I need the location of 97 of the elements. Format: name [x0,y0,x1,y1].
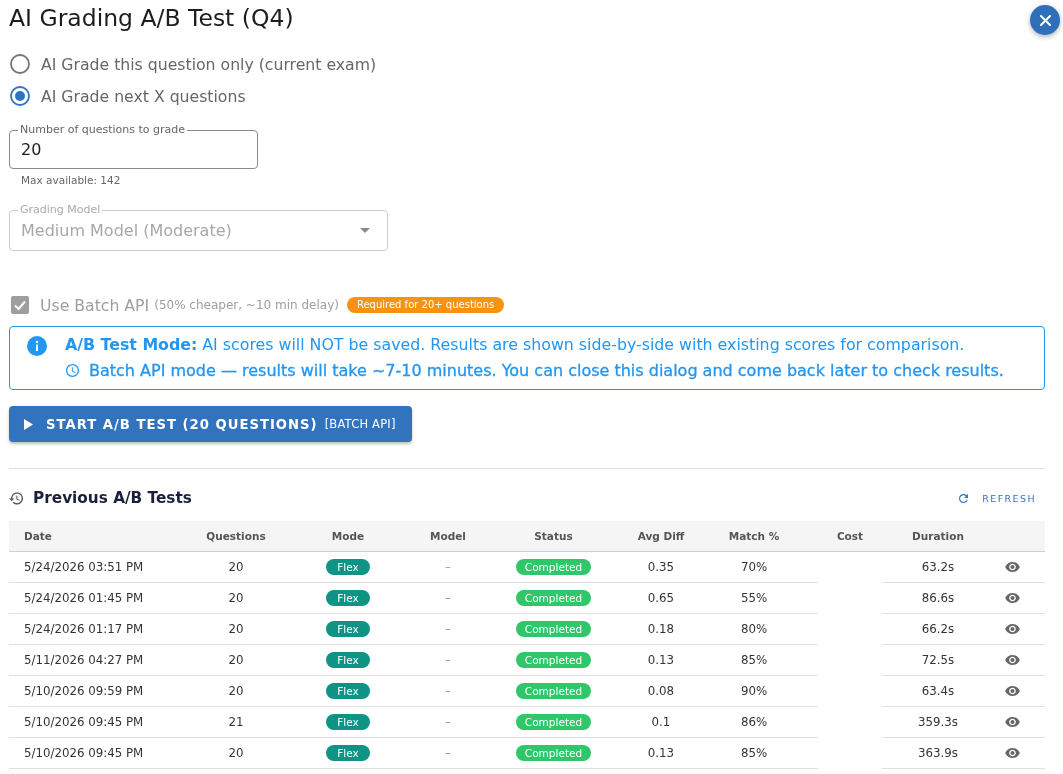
refresh-icon [959,493,969,503]
table-cell: – [399,738,497,769]
column-header: Questions [175,521,297,552]
requirement-badge: Required for 20+ questions [346,297,505,313]
table-cell: 55% [712,583,818,614]
history-icon [9,491,23,505]
table-cell: 20 [175,552,297,583]
column-header: Mode [297,521,399,552]
start-test-button[interactable]: START A/B TEST (20 QUESTIONS) [BATCH API] [9,406,412,442]
table-cell: 80% [712,614,818,645]
status-chip: Completed [515,683,592,699]
alert-message: A/B Test Mode: AI scores will NOT be saved. Results are shown side-by-side with existing scores for comparison. [65,334,966,356]
table-cell: – [399,676,497,707]
table-cell: 20 [175,738,297,769]
table-cell: 359.3s [882,707,994,738]
radio-button[interactable] [10,54,30,74]
table-cell: 0.13 [610,645,712,676]
mode-chip: Flex [326,590,370,606]
table-cell: – [399,583,497,614]
table-cell: 0.35 [610,552,712,583]
table-cell: 20 [175,645,297,676]
eye-icon[interactable] [1005,624,1020,634]
table-cell: 0.13 [610,738,712,769]
table-cell: 0.1 [610,707,712,738]
eye-icon[interactable] [1005,593,1020,603]
table-cell: 363.9s [882,738,994,769]
table-cell: 5/24/2026 01:17 PM [9,614,175,645]
column-header: Status [497,521,610,552]
table-cell: 63.2s [882,552,994,583]
status-chip: Completed [515,559,592,575]
radio-label: AI Grade next X questions [41,86,246,106]
eye-icon[interactable] [1005,748,1020,758]
table-cell: 0.18 [610,614,712,645]
radio-label: AI Grade this question only (current exam) [41,54,377,74]
mode-chip: Flex [326,745,370,761]
status-chip: Completed [515,745,592,761]
info-icon [27,336,47,356]
radio-button[interactable] [10,86,30,106]
column-header: Match % [712,521,818,552]
play-icon [24,418,33,430]
table-cell: 85% [712,645,818,676]
dialog-title: AI Grading A/B Test (Q4) [9,4,294,32]
eye-icon[interactable] [1005,562,1020,572]
status-chip: Completed [515,590,592,606]
table-cell: 5/24/2026 01:45 PM [9,583,175,614]
column-header: Duration [882,521,994,552]
mode-chip: Flex [326,621,370,637]
close-button[interactable] [1030,5,1060,35]
column-header: Model [399,521,497,552]
table-cell: 5/11/2026 04:27 PM [9,645,175,676]
table-cell: 0.65 [610,583,712,614]
eye-icon[interactable] [1005,717,1020,727]
table-cell: 5/10/2026 09:45 PM [9,738,175,769]
table-cell: 20 [175,614,297,645]
checkbox-label: Use Batch API [40,295,150,315]
refresh-button[interactable]: REFRESH [959,492,1036,504]
status-chip: Completed [515,652,592,668]
status-chip: Completed [515,714,592,730]
table-cell: 63.4s [882,676,994,707]
mode-chip: Flex [326,683,370,699]
column-header: Avg Diff [610,521,712,552]
mode-chip: Flex [326,714,370,730]
mode-chip: Flex [326,652,370,668]
eye-icon[interactable] [1005,686,1020,696]
eye-icon[interactable] [1005,655,1020,665]
table-cell: 20 [175,676,297,707]
table-cell: 86% [712,707,818,738]
table-cell: 70% [712,552,818,583]
table-cell: 90% [712,676,818,707]
table-cell: 72.5s [882,645,994,676]
checkbox-note: (50% cheaper, ~10 min delay) [154,298,339,312]
close-icon [1039,14,1051,26]
table-cell: 21 [175,707,297,738]
section-title: Previous A/B Tests [33,489,192,507]
table-cell: 5/10/2026 09:45 PM [9,707,175,738]
field-label: Grading Model [18,203,103,216]
table-cell: – [399,707,497,738]
clock-icon [66,363,79,377]
table-cell: 85% [712,738,818,769]
table-cell: 20 [175,583,297,614]
table-cell: 66.2s [882,614,994,645]
caret-icon [360,228,370,233]
table-cell: 5/10/2026 09:59 PM [9,676,175,707]
table-cell: – [399,552,497,583]
status-chip: Completed [515,621,592,637]
helper-text: Max available: 142 [21,174,121,186]
column-header: Date [9,521,175,552]
table-cell: – [399,614,497,645]
table-cell: 0.08 [610,676,712,707]
mode-chip: Flex [326,559,370,575]
field-label: Number of questions to grade [18,123,188,136]
column-header: Cost [818,521,882,552]
table-cell: 86.6s [882,583,994,614]
table-cell: 5/24/2026 03:51 PM [9,552,175,583]
column-header [994,521,1045,552]
batch-note: Batch API mode — results will take ~7-10 minutes. You can close this dialog and come back later to check results. [89,360,1004,380]
table-cell: – [399,645,497,676]
